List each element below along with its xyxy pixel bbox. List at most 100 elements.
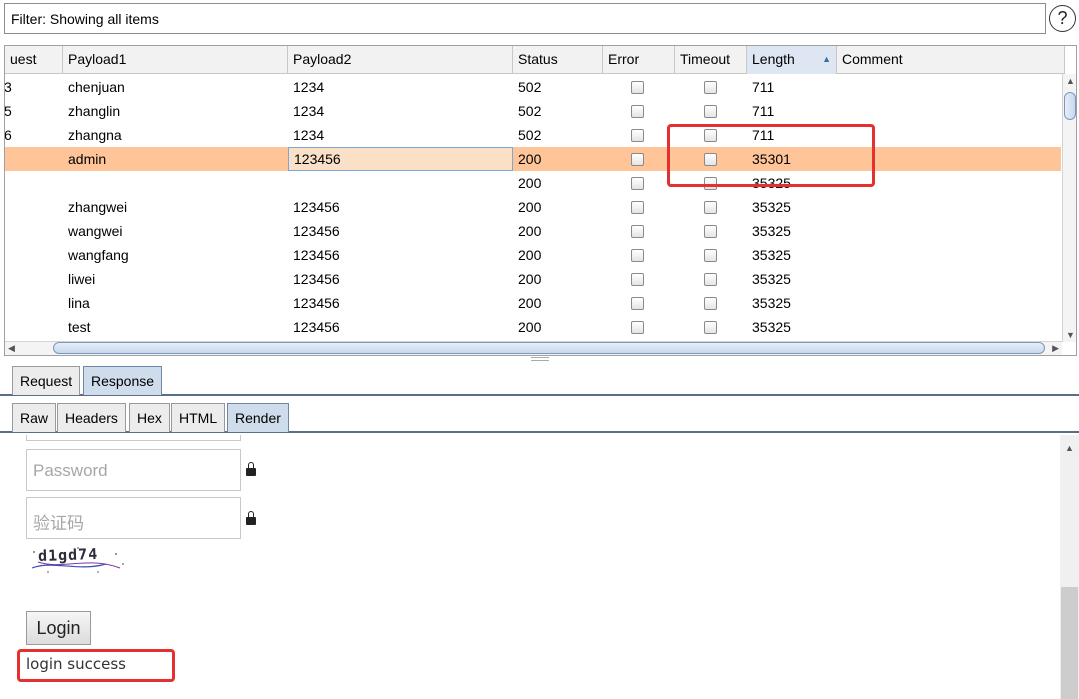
scroll-right-arrow-icon[interactable]: ▶ — [1052, 343, 1059, 354]
password-field[interactable]: Password — [26, 449, 241, 491]
timeout-checkbox[interactable] — [704, 153, 717, 166]
scroll-up-arrow-icon[interactable]: ▲ — [1066, 76, 1075, 86]
error-checkbox[interactable] — [631, 297, 644, 310]
table-row[interactable]: test 123456 200 35325 — [5, 315, 1061, 339]
cell-status: 200 — [518, 319, 542, 335]
captcha-text: d1gd74 — [37, 544, 99, 566]
lock-icon — [246, 511, 256, 525]
cell-payload2: 123456 — [293, 199, 340, 215]
table-row[interactable]: wangwei 123456 200 35325 — [5, 219, 1061, 243]
cell-payload1 — [63, 171, 288, 195]
table-row[interactable]: lina 123456 200 35325 — [5, 291, 1061, 315]
lock-icon — [246, 462, 256, 476]
table-row[interactable]: wangfang 123456 200 35325 — [5, 243, 1061, 267]
error-checkbox[interactable] — [631, 81, 644, 94]
table-row[interactable]: 3 chenjuan 1234 502 711 — [5, 75, 1061, 99]
cell-request: 3 — [4, 79, 12, 95]
cell-length: 35301 — [752, 151, 791, 167]
table-row[interactable]: zhangwei 123456 200 35325 — [5, 195, 1061, 219]
username-field[interactable] — [26, 435, 241, 441]
timeout-checkbox[interactable] — [704, 321, 717, 334]
timeout-checkbox[interactable] — [704, 201, 717, 214]
scrollbar-thumb[interactable] — [1061, 587, 1078, 699]
tab-hex[interactable]: Hex — [129, 403, 170, 432]
timeout-checkbox[interactable] — [704, 225, 717, 238]
timeout-checkbox[interactable] — [704, 129, 717, 142]
cell-status: 200 — [518, 199, 542, 215]
scroll-left-arrow-icon[interactable]: ◀ — [8, 343, 15, 354]
error-checkbox[interactable] — [631, 321, 644, 334]
error-checkbox[interactable] — [631, 225, 644, 238]
cell-payload2: 1234 — [293, 79, 325, 95]
table-row[interactable]: 6 zhangna 1234 502 711 — [5, 123, 1061, 147]
captcha-image[interactable]: d1gd74 — [28, 542, 128, 576]
splitter-handle[interactable] — [531, 357, 549, 361]
cell-length: 711 — [752, 79, 775, 95]
cell-payload1: test — [68, 319, 91, 335]
column-header-payload1[interactable]: Payload1 — [63, 46, 288, 74]
render-vertical-scrollbar[interactable]: ▲ — [1060, 435, 1079, 699]
scroll-down-arrow-icon[interactable]: ▼ — [1066, 330, 1075, 340]
cell-request — [5, 267, 57, 291]
scrollbar-thumb[interactable] — [53, 342, 1045, 354]
cell-length: 711 — [752, 127, 775, 143]
scroll-up-arrow-icon[interactable]: ▲ — [1065, 443, 1074, 453]
sort-ascending-icon: ▲ — [822, 54, 831, 64]
column-header-payload2[interactable]: Payload2 — [288, 46, 513, 74]
cell-length: 35325 — [752, 271, 791, 287]
error-checkbox[interactable] — [631, 129, 644, 142]
timeout-checkbox[interactable] — [704, 297, 717, 310]
timeout-checkbox[interactable] — [704, 249, 717, 262]
timeout-checkbox[interactable] — [704, 177, 717, 190]
password-placeholder: Password — [33, 461, 108, 480]
cell-status: 502 — [518, 103, 542, 119]
cell-request: 6 — [4, 127, 12, 143]
error-checkbox[interactable] — [631, 153, 644, 166]
tab-response[interactable]: Response — [83, 366, 163, 395]
table-horizontal-scrollbar[interactable]: ◀ ▶ — [5, 341, 1062, 355]
error-checkbox[interactable] — [631, 201, 644, 214]
cell-status: 200 — [518, 247, 542, 263]
table-row[interactable]: liwei 123456 200 35325 — [5, 267, 1061, 291]
table-row[interactable]: 5 zhanglin 1234 502 711 — [5, 99, 1061, 123]
help-icon[interactable]: ? — [1049, 5, 1076, 32]
cell-payload1: lina — [68, 295, 90, 311]
scrollbar-thumb[interactable] — [1064, 92, 1076, 120]
table-vertical-scrollbar[interactable]: ▲ ▼ — [1062, 74, 1076, 342]
timeout-checkbox[interactable] — [704, 105, 717, 118]
column-header-label: uest — [10, 51, 37, 67]
tab-render[interactable]: Render — [227, 403, 289, 432]
cell-status: 200 — [518, 295, 542, 311]
tab-raw[interactable]: Raw — [12, 403, 57, 432]
captcha-field[interactable]: 验证码 — [26, 497, 241, 539]
cell-payload2 — [288, 171, 513, 195]
tab-request[interactable]: Request — [12, 366, 81, 395]
cell-payload1: zhanglin — [68, 103, 121, 119]
column-header-status[interactable]: Status — [513, 46, 603, 74]
error-checkbox[interactable] — [631, 177, 644, 190]
cell-length: 35325 — [752, 223, 791, 239]
tab-html[interactable]: HTML — [171, 403, 226, 432]
timeout-checkbox[interactable] — [704, 273, 717, 286]
filter-bar[interactable]: Filter: Showing all items — [4, 3, 1046, 34]
cell-length: 35325 — [752, 247, 791, 263]
table-row[interactable]: 200 35325 — [5, 171, 1061, 195]
error-checkbox[interactable] — [631, 105, 644, 118]
column-header-request[interactable]: uest — [5, 46, 63, 74]
cell-status: 502 — [518, 127, 542, 143]
column-header-timeout[interactable]: Timeout — [675, 46, 747, 74]
cell-payload2: 123456 — [293, 223, 340, 239]
column-header-length[interactable]: Length ▲ — [747, 46, 837, 74]
cell-request — [5, 171, 57, 195]
error-checkbox[interactable] — [631, 273, 644, 286]
viewer-tabs: Raw Headers Hex HTML Render — [0, 401, 1079, 433]
cell-payload2: 123456 — [288, 147, 513, 171]
error-checkbox[interactable] — [631, 249, 644, 262]
table-row[interactable]: admin 123456 200 35301 — [5, 147, 1061, 171]
column-header-comment[interactable]: Comment — [837, 46, 1065, 74]
tab-headers[interactable]: Headers — [57, 403, 126, 432]
filter-label: Filter: Showing all items — [11, 11, 159, 27]
timeout-checkbox[interactable] — [704, 81, 717, 94]
column-header-error[interactable]: Error — [603, 46, 675, 74]
login-button[interactable]: Login — [26, 611, 91, 645]
